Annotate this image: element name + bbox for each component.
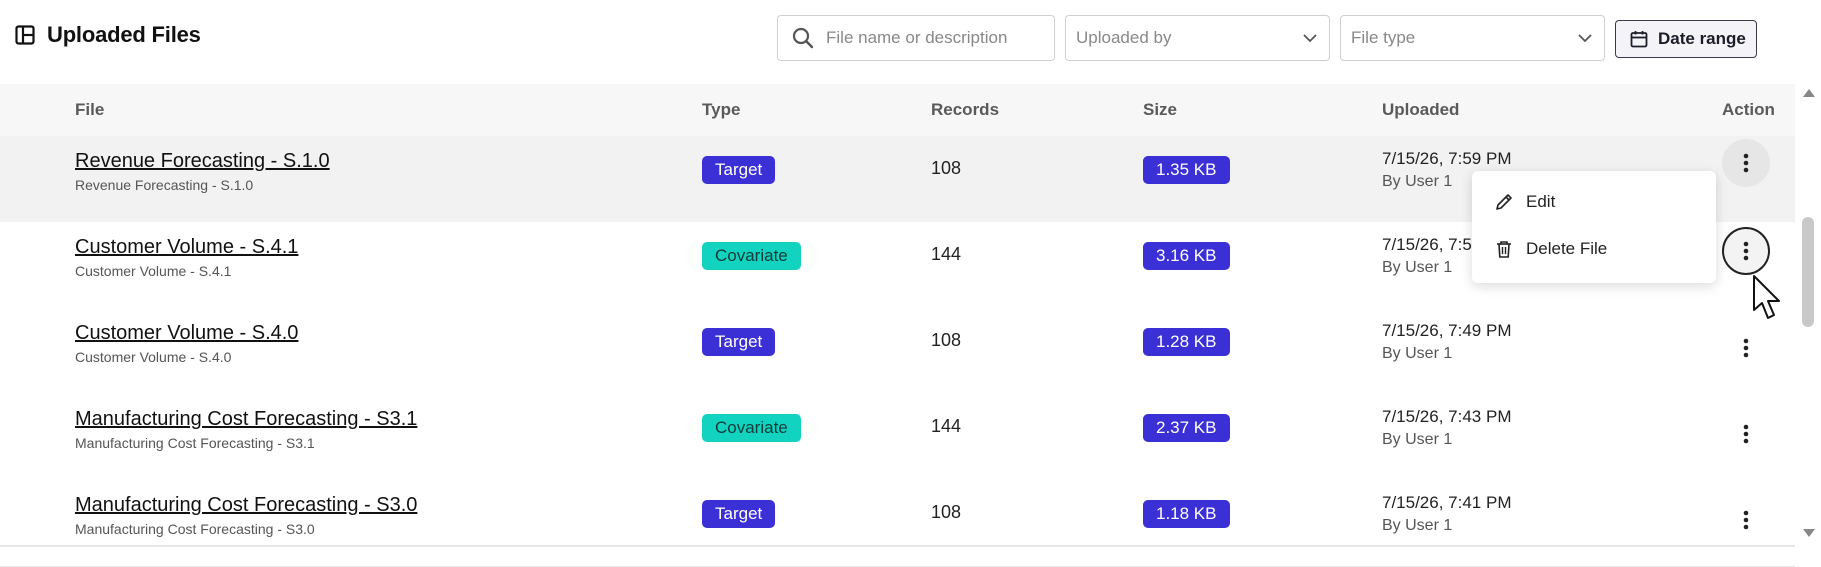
row-action-button[interactable] (1722, 496, 1770, 544)
more-vertical-icon (1743, 510, 1749, 530)
menu-item-delete[interactable]: Delete File (1494, 229, 1607, 269)
size-badge: 2.37 KB (1143, 414, 1230, 442)
uploaded-by-select[interactable]: Uploaded by (1065, 15, 1330, 61)
layout-panel-icon (15, 25, 35, 45)
column-size: Size (1143, 100, 1178, 119)
menu-item-delete-label: Delete File (1526, 239, 1608, 258)
records-value: 144 (931, 244, 962, 264)
scrollbar-thumb[interactable] (1802, 217, 1814, 327)
column-action: Action (1722, 100, 1775, 119)
date-range-label: Date range (1658, 29, 1746, 48)
uploaded-date: 7/15/26, 7:43 PM (1382, 407, 1512, 426)
table-row: Customer Volume - S.4.0 Customer Volume … (0, 308, 1795, 395)
uploaded-date: 7/15/26, 7:5 (1382, 235, 1472, 254)
row-action-button[interactable] (1722, 410, 1770, 458)
size-badge: 3.16 KB (1143, 242, 1230, 270)
file-name-link[interactable]: Customer Volume - S.4.0 (75, 322, 298, 345)
file-description: Customer Volume - S.4.1 (75, 263, 232, 279)
table-header: File Type Records Size Uploaded Action (0, 84, 1795, 136)
calendar-icon (1630, 31, 1648, 48)
chevron-down-icon (1303, 33, 1317, 42)
column-uploaded: Uploaded (1382, 100, 1460, 119)
trash-icon (1497, 241, 1511, 258)
file-description: Customer Volume - S.4.0 (75, 349, 232, 365)
row-action-button[interactable] (1722, 227, 1770, 275)
more-vertical-icon (1743, 153, 1749, 173)
uploaded-date: 7/15/26, 7:41 PM (1382, 493, 1512, 512)
table-row: Manufacturing Cost Forecasting - S3.0 Ma… (0, 480, 1795, 567)
more-vertical-icon (1743, 241, 1749, 261)
uploaded-date: 7/15/26, 7:59 PM (1382, 149, 1512, 168)
pencil-icon (1496, 194, 1512, 210)
size-badge: 1.18 KB (1143, 500, 1230, 528)
file-description: Revenue Forecasting - S.1.0 (75, 177, 254, 193)
uploaded-date: 7/15/26, 7:49 PM (1382, 321, 1512, 340)
chevron-down-icon (1578, 33, 1592, 42)
column-file: File (75, 100, 105, 119)
table-row: Manufacturing Cost Forecasting - S3.1 Ma… (0, 394, 1795, 481)
file-description: Manufacturing Cost Forecasting - S3.0 (75, 521, 315, 537)
records-value: 108 (931, 158, 962, 178)
type-badge: Target (702, 500, 776, 528)
column-records: Records (931, 100, 1000, 119)
scroll-up-arrow-icon[interactable] (1802, 88, 1816, 98)
search-icon (792, 27, 814, 49)
uploaded-by-placeholder: Uploaded by (1076, 28, 1172, 47)
type-badge: Covariate (702, 414, 801, 442)
file-type-placeholder: File type (1351, 28, 1416, 47)
page-title: Uploaded Files (47, 22, 201, 47)
row-action-menu: Edit Delete File (1472, 171, 1716, 283)
row-action-button[interactable] (1722, 139, 1770, 187)
file-name-link[interactable]: Manufacturing Cost Forecasting - S3.0 (75, 494, 417, 517)
file-description: Manufacturing Cost Forecasting - S3.1 (75, 435, 315, 451)
records-value: 144 (931, 416, 962, 436)
size-badge: 1.35 KB (1143, 156, 1230, 184)
file-type-select[interactable]: File type (1340, 15, 1605, 61)
records-value: 108 (931, 502, 962, 522)
file-name-link[interactable]: Customer Volume - S.4.1 (75, 236, 298, 259)
type-badge: Target (702, 328, 776, 356)
more-vertical-icon (1743, 424, 1749, 444)
type-badge: Covariate (702, 242, 801, 270)
uploaded-by: By User 1 (1382, 259, 1453, 276)
title-group: Uploaded Files (15, 22, 201, 48)
search-input[interactable] (824, 27, 1048, 49)
menu-item-edit-label: Edit (1526, 192, 1556, 211)
page-header: Uploaded Files Uploaded by File type Dat… (0, 0, 1821, 80)
column-type: Type (702, 100, 741, 119)
uploaded-by: By User 1 (1382, 173, 1453, 190)
search-box[interactable] (777, 15, 1055, 61)
date-range-button[interactable]: Date range (1615, 20, 1757, 58)
uploaded-by: By User 1 (1382, 517, 1453, 534)
file-name-link[interactable]: Revenue Forecasting - S.1.0 (75, 150, 330, 173)
more-vertical-icon (1743, 338, 1749, 358)
row-action-button[interactable] (1722, 324, 1770, 372)
menu-item-edit[interactable]: Edit (1494, 182, 1555, 222)
mouse-pointer-icon (1753, 275, 1780, 319)
records-value: 108 (931, 330, 962, 350)
type-badge: Target (702, 156, 776, 184)
uploaded-by: By User 1 (1382, 431, 1453, 448)
file-name-link[interactable]: Manufacturing Cost Forecasting - S3.1 (75, 408, 417, 431)
size-badge: 1.28 KB (1143, 328, 1230, 356)
uploaded-by: By User 1 (1382, 345, 1453, 362)
scroll-down-arrow-icon[interactable] (1802, 528, 1816, 538)
